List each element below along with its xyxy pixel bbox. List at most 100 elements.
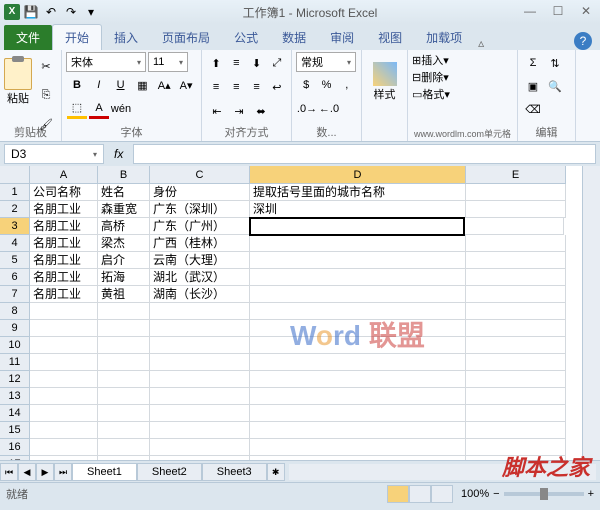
cell-D3[interactable] (249, 217, 465, 236)
formula-input[interactable] (133, 144, 596, 164)
row-header-5[interactable]: 5 (0, 252, 30, 269)
cell-A17[interactable] (30, 456, 98, 460)
cell-A6[interactable]: 名朋工业 (30, 269, 98, 286)
font-size-select[interactable]: 11▾ (148, 52, 188, 72)
cell-D4[interactable] (250, 235, 466, 252)
row-header-10[interactable]: 10 (0, 337, 30, 354)
page-break-view-icon[interactable] (431, 485, 453, 503)
cell-A9[interactable] (30, 320, 98, 337)
cell-B6[interactable]: 拓海 (98, 269, 150, 286)
column-header-E[interactable]: E (466, 166, 566, 184)
cell-A4[interactable]: 名朋工业 (30, 235, 98, 252)
comma-icon[interactable]: , (338, 75, 356, 95)
cell-D1[interactable]: 提取括号里面的城市名称 (250, 184, 466, 201)
format-cells-button[interactable]: ▭ 格式 ▾ (412, 86, 513, 102)
cell-D16[interactable] (250, 439, 466, 456)
cell-E2[interactable] (466, 201, 566, 218)
tab-insert[interactable]: 插入 (102, 25, 150, 50)
cell-A5[interactable]: 名朋工业 (30, 252, 98, 269)
cell-C15[interactable] (150, 422, 250, 439)
cell-C8[interactable] (150, 303, 250, 320)
cell-C4[interactable]: 广西（桂林） (150, 235, 250, 252)
orientation-icon[interactable]: ⤢ (268, 53, 286, 73)
cell-B5[interactable]: 启介 (98, 252, 150, 269)
cell-A10[interactable] (30, 337, 98, 354)
autosum-icon[interactable]: Σ (523, 53, 543, 73)
row-header-9[interactable]: 9 (0, 320, 30, 337)
cell-E10[interactable] (466, 337, 566, 354)
row-header-3[interactable]: 3 (0, 218, 30, 235)
cell-E7[interactable] (466, 286, 566, 303)
tab-file[interactable]: 文件 (4, 25, 52, 50)
sheet-tab-sheet3[interactable]: Sheet3 (202, 463, 267, 481)
styles-button[interactable]: 样式 (366, 52, 403, 112)
minimize-ribbon-icon[interactable]: ▵ (474, 36, 488, 50)
zoom-in-icon[interactable]: + (588, 488, 594, 500)
cell-E6[interactable] (466, 269, 566, 286)
row-header-11[interactable]: 11 (0, 354, 30, 371)
row-header-4[interactable]: 4 (0, 235, 30, 252)
close-icon[interactable]: ✕ (576, 4, 596, 20)
cell-A14[interactable] (30, 405, 98, 422)
row-header-1[interactable]: 1 (0, 184, 30, 201)
row-header-15[interactable]: 15 (0, 422, 30, 439)
sheet-tab-sheet1[interactable]: Sheet1 (72, 463, 137, 481)
currency-icon[interactable]: $ (297, 75, 315, 95)
cell-B14[interactable] (98, 405, 150, 422)
cell-D9[interactable] (250, 320, 466, 337)
row-header-17[interactable]: 17 (0, 456, 30, 460)
normal-view-icon[interactable] (387, 485, 409, 503)
cell-B13[interactable] (98, 388, 150, 405)
font-name-select[interactable]: 宋体▾ (66, 52, 146, 72)
align-bottom-icon[interactable]: ⬇ (248, 53, 266, 73)
wrap-text-icon[interactable]: ↩ (268, 77, 286, 97)
cell-E3[interactable] (464, 218, 564, 235)
cell-C13[interactable] (150, 388, 250, 405)
cell-D10[interactable] (250, 337, 466, 354)
cell-D15[interactable] (250, 422, 466, 439)
cell-E8[interactable] (466, 303, 566, 320)
decrease-decimal-icon[interactable]: ←.0 (319, 99, 339, 119)
number-format-select[interactable]: 常规▾ (296, 52, 356, 72)
column-header-B[interactable]: B (98, 166, 150, 184)
cell-E12[interactable] (466, 371, 566, 388)
row-header-2[interactable]: 2 (0, 201, 30, 218)
find-icon[interactable]: 🔍 (545, 76, 565, 96)
cell-D17[interactable] (250, 456, 466, 460)
row-header-7[interactable]: 7 (0, 286, 30, 303)
sheet-nav-prev-icon[interactable]: ◀ (18, 463, 36, 481)
cell-D2[interactable]: 深圳 (250, 201, 466, 218)
page-layout-view-icon[interactable] (409, 485, 431, 503)
cell-D5[interactable] (250, 252, 466, 269)
fill-color-icon[interactable]: ⬚ (67, 99, 87, 119)
cell-C9[interactable] (150, 320, 250, 337)
name-box[interactable]: D3▾ (4, 144, 104, 164)
cell-E4[interactable] (466, 235, 566, 252)
row-header-12[interactable]: 12 (0, 371, 30, 388)
cell-D13[interactable] (250, 388, 466, 405)
row-header-8[interactable]: 8 (0, 303, 30, 320)
clear-icon[interactable]: ⌫ (523, 99, 543, 119)
tab-review[interactable]: 审阅 (318, 25, 366, 50)
cell-E14[interactable] (466, 405, 566, 422)
cell-D12[interactable] (250, 371, 466, 388)
copy-icon[interactable]: ⎘ (36, 86, 56, 106)
cell-A1[interactable]: 公司名称 (30, 184, 98, 201)
row-header-16[interactable]: 16 (0, 439, 30, 456)
column-header-D[interactable]: D (250, 166, 466, 184)
cell-A11[interactable] (30, 354, 98, 371)
cell-B3[interactable]: 高桥 (98, 218, 150, 235)
cell-C12[interactable] (150, 371, 250, 388)
cell-C6[interactable]: 湖北（武汉） (150, 269, 250, 286)
column-header-A[interactable]: A (30, 166, 98, 184)
cell-B17[interactable] (98, 456, 150, 460)
cell-A7[interactable]: 名朋工业 (30, 286, 98, 303)
excel-icon[interactable]: X (4, 4, 20, 20)
cell-A12[interactable] (30, 371, 98, 388)
align-middle-icon[interactable]: ≡ (227, 53, 245, 73)
align-right-icon[interactable]: ≡ (248, 77, 266, 97)
undo-icon[interactable]: ↶ (42, 3, 60, 21)
select-all-corner[interactable] (0, 166, 30, 184)
help-icon[interactable]: ? (574, 32, 592, 50)
cell-E13[interactable] (466, 388, 566, 405)
